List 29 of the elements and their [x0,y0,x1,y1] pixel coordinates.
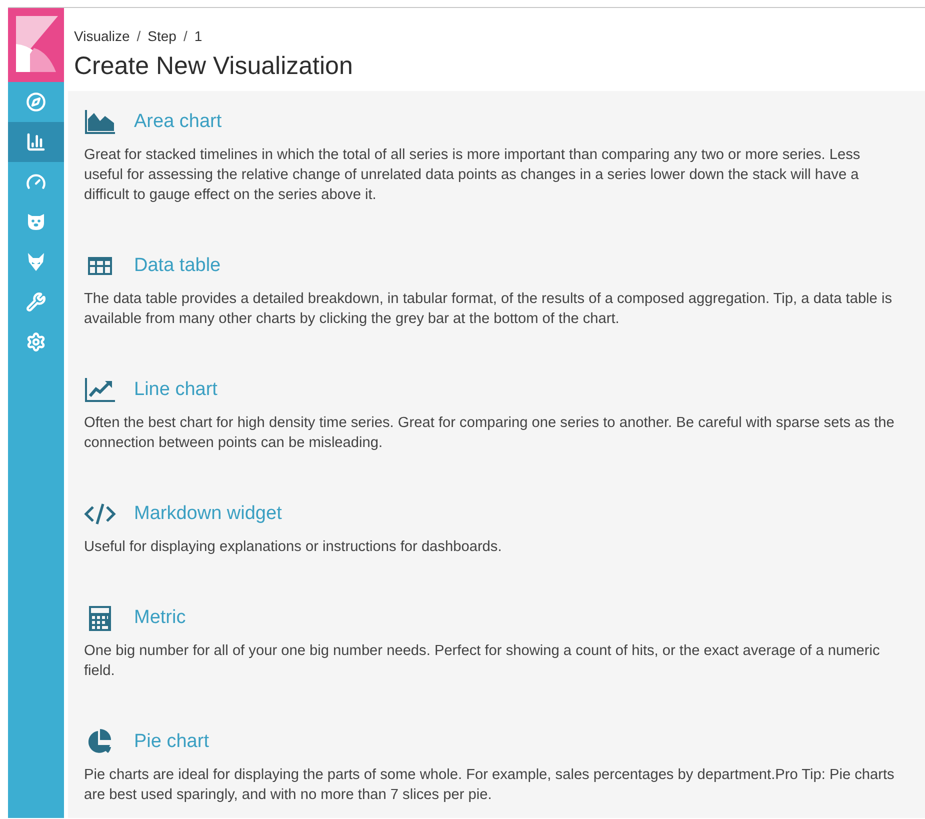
visualization-description: Great for stacked timelines in which the total of all series is more important than comparing any two or more series. Less useful for assessing the relative change of unrelated data points as changes in a series lower down the stack will have a difficult to gauge effect on the series above it. [84,146,862,205]
visualization-link[interactable]: Line chart [134,379,218,401]
visualization-link[interactable]: Pie chart [134,731,209,753]
settings-icon [26,332,46,352]
nav-button[interactable] [8,122,64,162]
line-chart-icon [84,377,116,403]
bear-icon [26,213,46,231]
visualization-link[interactable]: Area chart [134,111,222,133]
fox-icon [27,252,45,272]
wrench-icon [26,292,46,312]
bar-chart-icon [26,132,46,152]
visualization-link[interactable]: Markdown widget [134,503,282,525]
visualization-link[interactable]: Metric [134,607,186,629]
compass-icon [26,92,46,112]
gauge-icon [26,172,46,192]
code-icon [84,501,116,527]
visualization-description: Useful for displaying explanations or instructions for dashboards. [84,538,503,557]
visualization-description: The data table provides a detailed breakdown, in tabular format, of the results of a composed aggregation. Tip, a data table is available from many other charts by clicking the grey bar at the bottom of the chart. [84,290,894,329]
breadcrumb-item[interactable]: Visualize [74,28,130,44]
breadcrumb-item[interactable]: Step [148,28,176,44]
breadcrumb-item: 1 [194,28,202,44]
visualization-link[interactable]: Data table [134,255,221,277]
area-chart-icon [84,109,116,135]
visualization-description: Often the best chart for high density time series. Great for comparing one series to another. Be careful with sparse sets as the connection between points can be misleading. [84,414,896,453]
visualization-description: One big number for all of your one big number needs. Perfect for showing a count of hits, or the exact average of a numeric field. [84,642,881,681]
visualization-description: Pie charts are ideal for displaying the parts of some whole. For example, sales percentages by department.Pro Tip: Pie charts are best used sparingly, and with no more than 7 slices per pie. [84,766,896,805]
page-title: Create New Visualization [74,52,354,81]
breadcrumb-separator: / [136,28,141,44]
breadcrumb-separator: / [183,28,188,44]
